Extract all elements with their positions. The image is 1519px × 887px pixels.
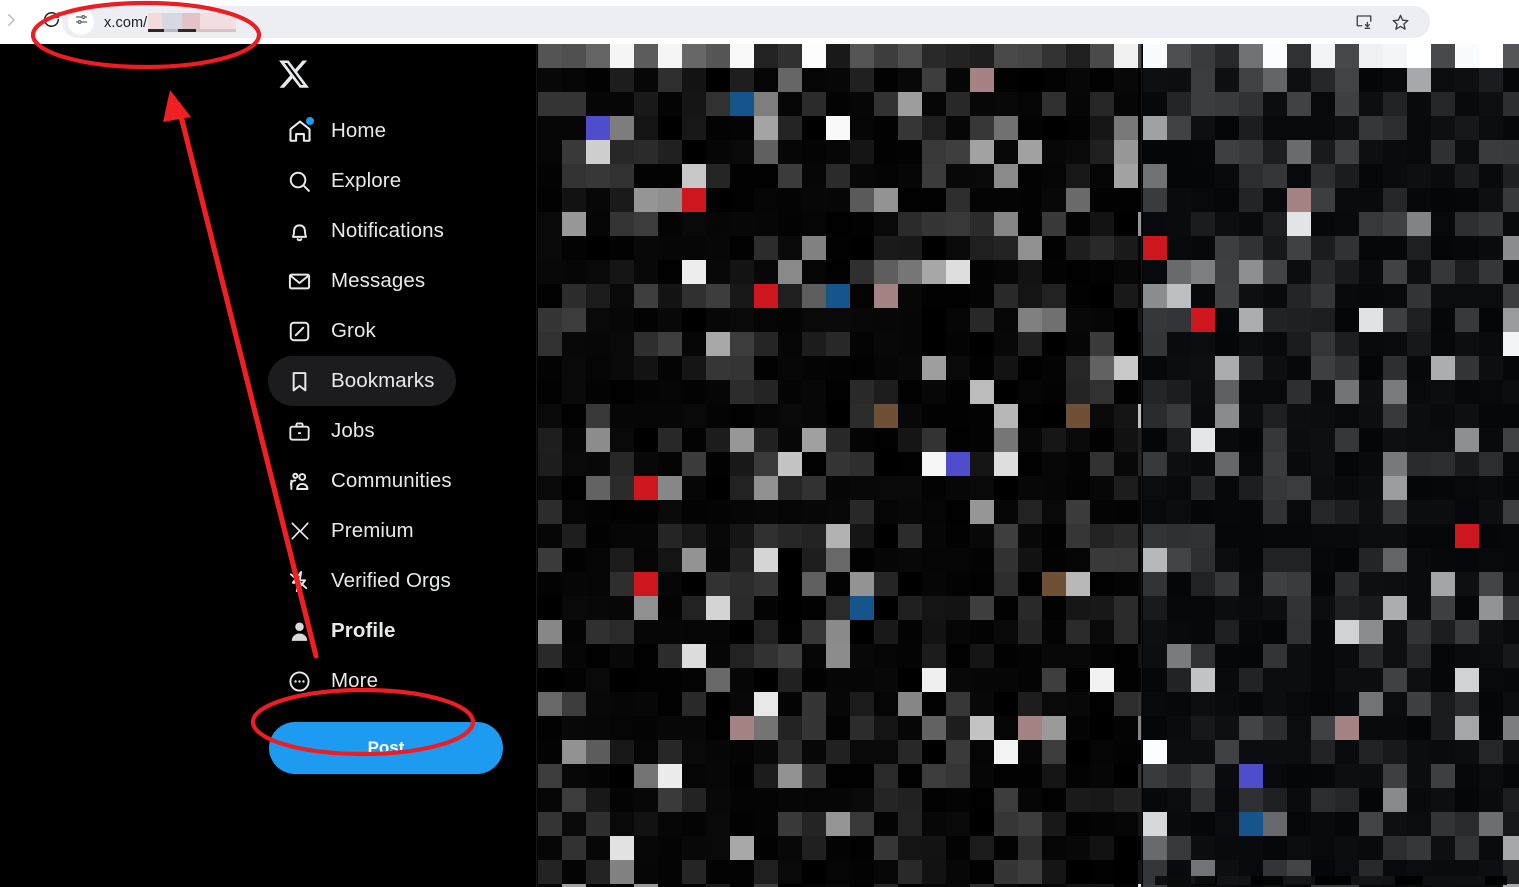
home-unread-badge [306,116,314,125]
right-sidebar-pixelated-content [1143,44,1519,887]
forward-button[interactable] [0,7,26,37]
sidebar-item-label: Jobs [331,419,375,442]
address-bar[interactable]: x.com/ [62,6,1430,38]
sidebar-item-label: Grok [331,319,376,342]
sidebar-item-bookmarks[interactable]: Bookmarks [268,356,457,406]
sidebar-item-label: Notifications [331,219,444,242]
sidebar-item-label: More [331,669,379,692]
timeline-column[interactable] [538,44,1142,887]
web-page: Home Explore Notifications Messages Grok… [0,44,1519,887]
sidebar-item-verified-orgs[interactable]: Verified Orgs [268,556,473,606]
more-ellipsis-icon [286,668,313,695]
bookmark-icon [286,368,313,395]
reload-icon [42,10,61,34]
sidebar-item-more[interactable]: More [268,656,400,706]
grok-icon [286,318,313,345]
url-display[interactable]: x.com/ [104,13,237,32]
bell-icon [286,218,313,245]
sidebar-item-explore[interactable]: Explore [268,156,423,206]
sidebar-item-premium[interactable]: Premium [268,506,436,556]
person-icon [286,618,313,645]
sidebar-item-label: Home [331,119,387,142]
briefcase-icon [286,418,313,445]
sidebar-item-profile[interactable]: Profile [268,606,418,656]
primary-sidebar: Home Explore Notifications Messages Grok… [0,44,537,887]
forward-arrow-icon [2,11,20,34]
omnibox-actions [1355,6,1430,38]
home-icon [286,116,314,145]
sidebar-item-messages[interactable]: Messages [268,256,447,306]
timeline-pixelated-content [538,44,1141,887]
sidebar-item-label: Messages [331,269,426,292]
communities-icon [286,468,313,495]
sidebar-item-home[interactable]: Home [268,106,408,156]
sidebar-item-label: Communities [331,469,452,492]
sidebar-item-label: Premium [331,519,414,542]
url-redacted-region [148,13,237,32]
url-text-visible: x.com/ [104,15,148,31]
search-icon [286,168,313,195]
install-app-icon[interactable] [1355,13,1373,31]
footer-links-redacted [1155,876,1507,885]
site-settings-button[interactable] [68,9,94,35]
sidebar-nav-list: Home Explore Notifications Messages Grok… [268,106,536,706]
sidebar-item-label: Profile [331,619,396,642]
sidebar-item-jobs[interactable]: Jobs [268,406,397,456]
site-settings-sliders-icon [74,12,89,32]
sidebar-item-communities[interactable]: Communities [268,456,474,506]
lightning-bolt-icon [286,568,313,595]
right-sidebar-column[interactable] [1143,44,1519,887]
sidebar-item-label: Verified Orgs [331,569,451,592]
envelope-icon [286,268,313,295]
sidebar-item-notifications[interactable]: Notifications [268,206,466,256]
sidebar-item-label: Explore [331,169,402,192]
x-premium-icon [286,518,313,545]
bookmark-star-icon[interactable] [1391,13,1410,32]
sidebar-item-label: Bookmarks [331,369,435,392]
post-button[interactable]: Post [269,722,503,774]
browser-toolbar: x.com/ [0,0,1519,44]
sidebar-item-grok[interactable]: Grok [268,306,398,356]
screenshot-root: x.com/ Home Explore Notifications Messag… [0,0,1519,887]
x-logo-icon[interactable] [268,48,320,100]
